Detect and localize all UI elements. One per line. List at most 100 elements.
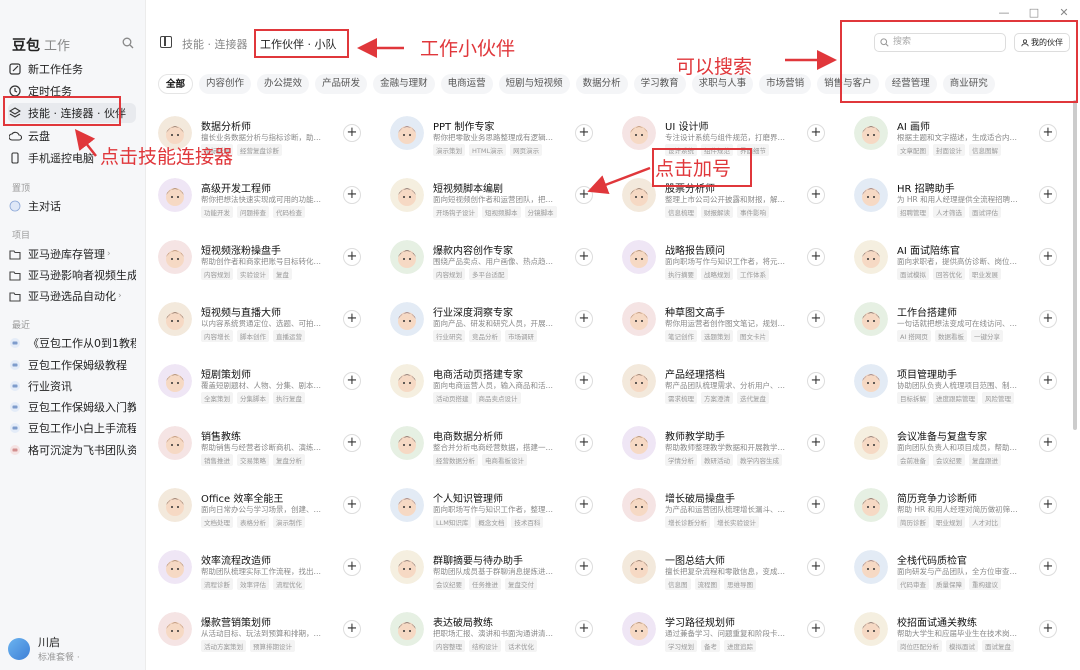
partner-card[interactable]: 产品经理搭档 帮产品团队梳理需求、分析用户、… 需求梳理 方案澄清 迭代复盘 + <box>622 358 834 410</box>
partner-card[interactable]: 简历竞争力诊断师 帮助 HR 和用人经理对简历做初筛… 简历诊断 职业规划 人才对比 + <box>854 482 1066 534</box>
category-tab[interactable]: 市场营销 <box>759 74 812 94</box>
partner-card[interactable]: 教师教学助手 帮助教师整理教学数据和开展教学… 学情分析 教研活动 教学内容生成 + <box>622 420 834 472</box>
add-partner-button[interactable]: + <box>575 558 593 576</box>
partner-card[interactable]: 增长破局操盘手 为产品和运营团队梳理增长漏斗、… 增长诊断分析 增长实验设计 + <box>622 482 834 534</box>
recent-item[interactable]: 豆包工作保姆级入门教程 <box>8 397 136 417</box>
add-partner-button[interactable]: + <box>1039 620 1057 638</box>
partner-card[interactable]: 销售教练 帮助销售与经营者诊断商机、演练… 销售推进 交易策略 复盘分析 + <box>158 420 370 472</box>
partner-card[interactable]: 学习路径规划师 通过兼备学习、问题重复和阶段卡… 学习规划 备考 进度追踪 + <box>622 606 834 658</box>
partner-card[interactable]: 短视频与直播大师 以内容系统贯通定位、选题、可拍… 内容增长 脚本创作 直播运营 + <box>158 296 370 348</box>
partner-card[interactable]: 短剧策划师 覆盖短剧题材、人物、分集、剧本… 全案策划 分集脚本 执行复盘 + <box>158 358 370 410</box>
add-partner-button[interactable]: + <box>343 620 361 638</box>
add-partner-button[interactable]: + <box>343 372 361 390</box>
category-tab[interactable]: 全部 <box>158 74 194 94</box>
partner-card[interactable]: 短视频脚本编剧 面向短视频创作者和运营团队，把… 开场钩子设计 短视频脚本 分镜脚本 + <box>390 172 602 224</box>
add-partner-button[interactable]: + <box>1039 496 1057 514</box>
sidebar-item-new-task[interactable]: 新工作任务 <box>8 59 136 79</box>
add-partner-button[interactable]: + <box>807 310 825 328</box>
project-item[interactable]: 亚马逊影响者视频生成› <box>8 265 136 285</box>
partner-card[interactable]: AI 画师 根据主题和文字描述，生成适合内… 文章配图 封面设计 信息图解 + <box>854 110 1066 162</box>
partner-card[interactable]: 爆款内容创作专家 围绕产品卖点、用户画像、热点趋… 内容规划 多平台适配 + <box>390 234 602 286</box>
add-partner-button[interactable]: + <box>575 310 593 328</box>
add-partner-button[interactable]: + <box>807 558 825 576</box>
recent-item[interactable]: 格可沉淀为飞书团队资产 <box>8 440 136 460</box>
add-partner-button[interactable]: + <box>343 496 361 514</box>
minimize-button[interactable]: — <box>998 6 1010 19</box>
add-partner-button[interactable]: + <box>343 310 361 328</box>
add-partner-button[interactable]: + <box>343 248 361 266</box>
partner-card[interactable]: 个人知识管理师 面向职场写作与知识工作者，整理… LLM知识库 概念文档 技术百科 + <box>390 482 602 534</box>
partner-card[interactable]: AI 面试陪练官 面向求职者，提供高仿诊断、岗位… 面试模拟 回答优化 职业发展 + <box>854 234 1066 286</box>
recent-item[interactable]: 行业资讯 <box>8 376 136 396</box>
partner-card[interactable]: 群聊摘要与待办助手 帮助团队成员基于群聊消息提炼进… 会议纪要 任务推进 复盘交付 + <box>390 544 602 596</box>
add-partner-button[interactable]: + <box>343 434 361 452</box>
recent-item[interactable]: 《豆包工作从0到1教程》 <box>8 333 136 353</box>
add-partner-button[interactable]: + <box>575 248 593 266</box>
partner-card[interactable]: HR 招聘助手为 HR 和用人经理提供全流程招聘… 招聘管理 人才筛选 面试评估 + <box>854 172 1066 224</box>
category-tab[interactable]: 金融与理财 <box>373 74 435 94</box>
partner-desc: 协助团队负责人梳理项目范围、制… <box>897 381 1017 390</box>
project-item[interactable]: 亚马逊选品自动化 › <box>8 286 136 306</box>
recent-item[interactable]: 豆包工作保姆级教程 <box>8 355 136 375</box>
add-partner-button[interactable]: + <box>343 558 361 576</box>
partner-card[interactable]: 会议准备与复盘专家 面向团队负责人和项目成员，帮助… 会前准备 会议纪要 复盘跟进 + <box>854 420 1066 472</box>
partner-card[interactable]: 爆款营销策划师 从活动目标、玩法到预算和排期，… 活动方案策划 预算排期设计 + <box>158 606 370 658</box>
category-tab[interactable]: 产品研发 <box>315 74 368 94</box>
add-partner-button[interactable]: + <box>807 248 825 266</box>
add-partner-button[interactable]: + <box>807 186 825 204</box>
partner-card[interactable]: 电商活动页搭建专家 面向电商运营人员，输入商品和活… 活动页搭建 商品卖点设计 + <box>390 358 602 410</box>
project-item[interactable]: 亚马逊库存管理 › <box>8 244 136 264</box>
add-partner-button[interactable]: + <box>575 620 593 638</box>
partner-card[interactable]: 种草图文高手 帮你用运营者创作图文笔记，规划… 笔记创作 选题策划 图文卡片 + <box>622 296 834 348</box>
add-partner-button[interactable]: + <box>1039 186 1057 204</box>
partner-card[interactable]: PPT 制作专家 帮你把零散业务思路整理成有逻辑… 演示策划 HTML演示 网页演示 + <box>390 110 602 162</box>
sidebar-item-main-chat[interactable]: 主对话 <box>8 196 136 216</box>
close-button[interactable]: ✕ <box>1058 6 1070 19</box>
partner-desc: 面向电商运营人员，输入商品和活… <box>433 381 553 390</box>
partner-card[interactable]: 效率流程改造师 帮助团队梳理实际工作流程，找出… 流程诊断 效率评估 流程优化 + <box>158 544 370 596</box>
category-tab[interactable]: 电商运营 <box>440 74 493 94</box>
add-partner-button[interactable]: + <box>343 186 361 204</box>
partner-card[interactable]: 短视频涨粉操盘手 帮助创作者和商家把账号目标转化… 内容规划 实验设计 复盘 + <box>158 234 370 286</box>
add-partner-button[interactable]: + <box>1039 124 1057 142</box>
add-partner-button[interactable]: + <box>1039 434 1057 452</box>
partner-card[interactable]: 战略报告顾问 面向职场写作与知识工作者，将元… 执行摘要 战略规划 工作体系 + <box>622 234 834 286</box>
maximize-button[interactable]: □ <box>1028 6 1040 19</box>
partner-card[interactable]: Office 效率全能王 面向日常办公与学习场景，创建、… 文档处理 表格分析 演示制作… <box>158 482 370 534</box>
category-tab[interactable]: 短剧与短视频 <box>498 74 570 94</box>
partner-card[interactable]: 高级开发工程师 帮你把想法快速实现成可用的功能… 功能开发 问题排查 代码检查 + <box>158 172 370 224</box>
partner-card[interactable]: 工作台搭建师 一句话就把想法变成可在线访问、… AI 搭网页 数据看板 一键分享 + <box>854 296 1066 348</box>
scrollbar[interactable] <box>1073 100 1077 430</box>
add-partner-button[interactable]: + <box>575 434 593 452</box>
add-partner-button[interactable]: + <box>575 124 593 142</box>
partner-card[interactable]: 表达破局教练 把职场汇报、演讲和书面沟通讲清… 内容整理 结构设计 话术优化 + <box>390 606 602 658</box>
category-tab[interactable]: 内容创作 <box>199 74 252 94</box>
recent-item[interactable]: 豆包工作小白上手流程 <box>8 418 136 438</box>
add-partner-button[interactable]: + <box>807 620 825 638</box>
add-partner-button[interactable]: + <box>1039 310 1057 328</box>
breadcrumb[interactable]: 技能 · 连接器 <box>182 36 248 52</box>
category-tab[interactable]: 办公提效 <box>257 74 310 94</box>
add-partner-button[interactable]: + <box>575 372 593 390</box>
search-icon[interactable] <box>122 37 134 49</box>
partner-card[interactable]: 项目管理助手 协助团队负责人梳理项目范围、制… 目标拆解 进度跟踪管理 风险管理 + <box>854 358 1066 410</box>
add-partner-button[interactable]: + <box>807 124 825 142</box>
sidebar-toggle-icon[interactable] <box>160 36 172 48</box>
add-partner-button[interactable]: + <box>575 186 593 204</box>
user-profile[interactable]: 川启 标准套餐 · <box>8 634 80 663</box>
partner-card[interactable]: 一图总结大师 擅长把复杂流程和零散信息，变成… 信息图 流程图 思维导图 + <box>622 544 834 596</box>
category-tab[interactable]: 数据分析 <box>575 74 628 94</box>
add-partner-button[interactable]: + <box>807 434 825 452</box>
add-partner-button[interactable]: + <box>1039 248 1057 266</box>
partner-card[interactable]: 全栈代码质检官 面向研发与产品团队，全方位审查… 代码审查 质量保障 重构建议 + <box>854 544 1066 596</box>
add-partner-button[interactable]: + <box>1039 558 1057 576</box>
add-partner-button[interactable]: + <box>807 496 825 514</box>
partner-card[interactable]: 校招面试通关教练 帮助大学生和应届毕业生在技术岗… 岗位匹配分析 模拟面试 面试复盘 + <box>854 606 1066 658</box>
add-partner-button[interactable]: + <box>1039 372 1057 390</box>
add-partner-button[interactable]: + <box>807 372 825 390</box>
partner-card[interactable]: 行业深度洞察专家 面向产品、研发和研究人员，开展… 行业研究 竞品分析 市场调研 + <box>390 296 602 348</box>
brand-name: 豆包 <box>12 38 40 54</box>
add-partner-button[interactable]: + <box>343 124 361 142</box>
partner-card[interactable]: 电商数据分析师 整合并分析电商经营数据，搭建一… 经营数据分析 电商看板设计 + <box>390 420 602 472</box>
add-partner-button[interactable]: + <box>575 496 593 514</box>
